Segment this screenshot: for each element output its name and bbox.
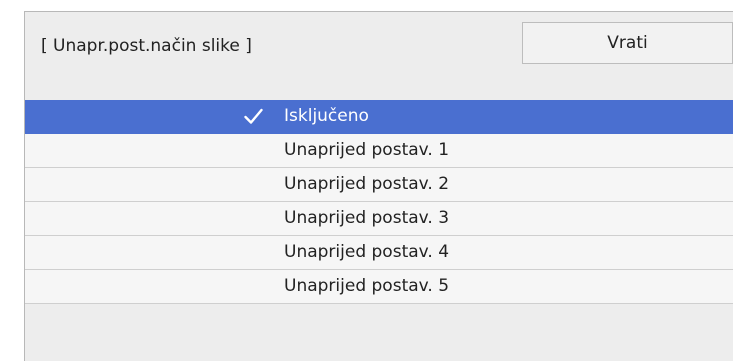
option-item-off[interactable]: Isključeno (25, 100, 733, 134)
option-label: Unaprijed postav. 3 (284, 208, 450, 228)
option-item-preset-3[interactable]: Unaprijed postav. 3 (25, 202, 733, 236)
option-label: Unaprijed postav. 4 (284, 242, 450, 262)
check-icon (244, 108, 263, 124)
option-item-preset-2[interactable]: Unaprijed postav. 2 (25, 168, 733, 202)
option-item-preset-1[interactable]: Unaprijed postav. 1 (25, 134, 733, 168)
option-label: Unaprijed postav. 5 (284, 276, 450, 296)
picture-mode-preset-panel: [ Unapr.post.način slike ] Vrati Isključ… (24, 11, 733, 361)
option-item-preset-4[interactable]: Unaprijed postav. 4 (25, 236, 733, 270)
option-label: Unaprijed postav. 2 (284, 174, 450, 194)
back-button[interactable]: Vrati (522, 22, 733, 64)
panel-title: [ Unapr.post.način slike ] (41, 36, 252, 56)
panel-header: [ Unapr.post.način slike ] Vrati (25, 12, 733, 94)
preset-option-list: Isključeno Unaprijed postav. 1 Unaprijed… (25, 100, 733, 304)
option-label: Unaprijed postav. 1 (284, 140, 450, 160)
option-item-preset-5[interactable]: Unaprijed postav. 5 (25, 270, 733, 304)
option-label: Isključeno (284, 106, 369, 126)
